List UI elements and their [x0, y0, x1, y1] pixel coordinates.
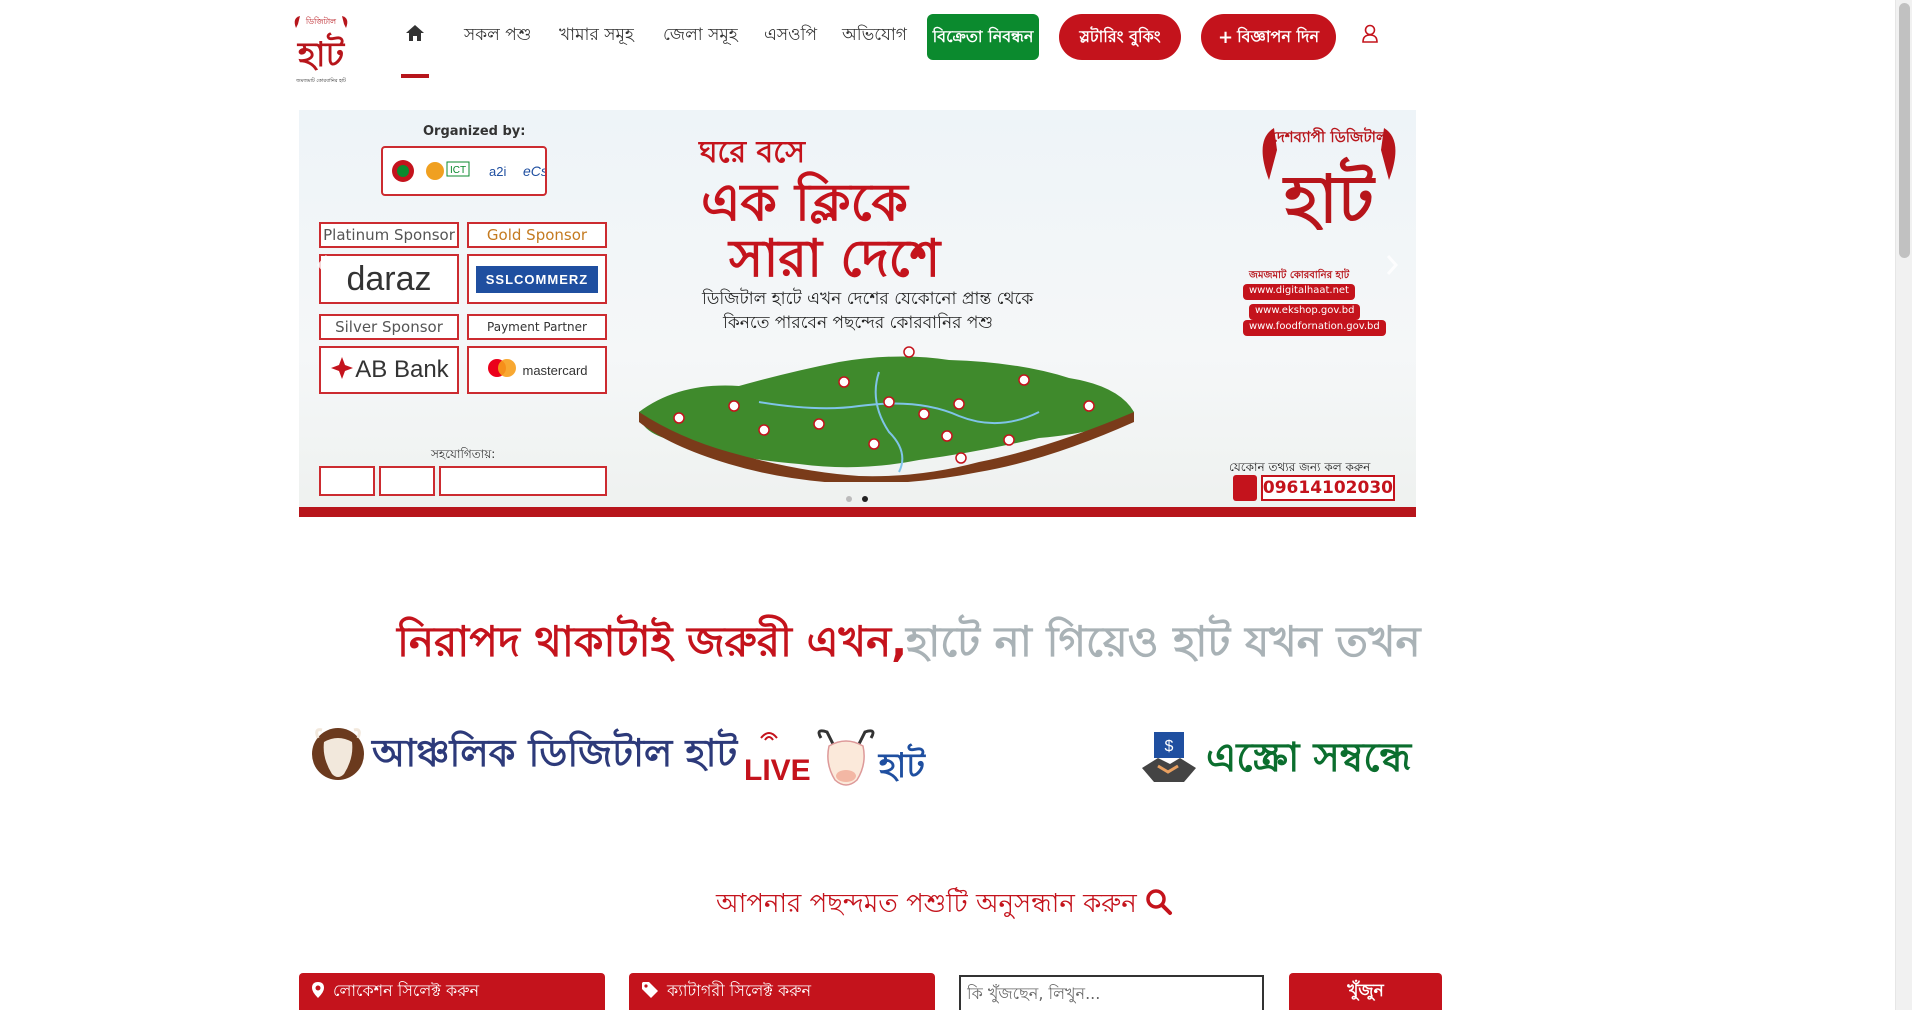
ab-bank-text: AB Bank: [355, 356, 449, 383]
live-haat-label: হাট: [878, 746, 925, 786]
url-foodfornation: www.foodfornation.gov.bd: [1243, 320, 1386, 336]
banner-bottom-strip: [299, 507, 1416, 517]
search-section-title: আপনার পছন্দমত পশুটি অনুসন্ধান করুন: [716, 883, 1173, 927]
ab-bank-icon: [329, 355, 355, 385]
url-digitalhaat: www.digitalhaat.net: [1243, 284, 1355, 300]
plus-icon: +: [1217, 26, 1234, 48]
nav-all-animals[interactable]: সকল পশু: [464, 22, 531, 50]
bangladesh-map-illustration: [619, 342, 1139, 484]
nav-sop[interactable]: এসওপি: [764, 22, 817, 50]
cow-icon: [813, 728, 879, 796]
mastercard-logo: mastercard: [467, 346, 607, 394]
seller-registration-label: বিক্রেতা নিবন্ধন: [932, 26, 1034, 46]
cow-head-icon: [310, 724, 366, 788]
search-button[interactable]: খুঁজুন: [1289, 973, 1442, 1010]
slaughter-booking-label: স্লটারিং বুকিং: [1079, 26, 1161, 46]
svg-text:eCs: eCs: [523, 163, 545, 179]
ab-bank-logo: AB Bank: [319, 346, 459, 394]
mastercard-icon: [486, 358, 518, 382]
hotline-box: 09614102030: [1233, 475, 1395, 501]
carousel-dots: [846, 496, 868, 502]
svg-text:a2i: a2i: [489, 164, 506, 179]
tag-icon: [641, 981, 659, 1003]
helper-logo-1: [319, 466, 375, 496]
seller-registration-button[interactable]: বিক্রেতা নিবন্ধন: [927, 14, 1039, 60]
escrow-about-link[interactable]: $ এস্ক্রো সম্বন্ধে: [1138, 726, 1411, 793]
nav-farms[interactable]: খামার সমূহ: [559, 22, 634, 50]
tagline-part-1: নিরাপদ থাকাটাই জরুরী এখন,: [397, 617, 908, 666]
platinum-sponsor-label: Platinum Sponsor: [319, 222, 459, 248]
right-logo-main: হাট: [1282, 156, 1376, 230]
active-nav-underline: [401, 74, 429, 78]
sslcommerz-logo: SSLCOMMERZ: [467, 254, 607, 304]
right-logo-top: দেশব্যাপী ডিজিটাল: [1271, 127, 1388, 146]
location-pin-icon: [311, 981, 325, 1003]
post-ad-button[interactable]: + বিজ্ঞাপন দিন: [1201, 14, 1336, 60]
helpers-label: সহযোগিতায়:: [431, 447, 496, 461]
payment-partner-label: Payment Partner: [467, 314, 607, 340]
url-ekshop: www.ekshop.gov.bd: [1249, 304, 1361, 320]
page-scrollbar[interactable]: [1895, 0, 1912, 1010]
search-icon: [1145, 888, 1173, 923]
organized-by-label: Organized by:: [423, 124, 526, 139]
hotline-number: 09614102030: [1260, 475, 1395, 501]
gold-sponsor-label: Gold Sponsor: [467, 222, 607, 248]
right-logo-tagline: জমজমাট কোরবানির হাট: [1249, 270, 1350, 281]
phone-icon: [1233, 475, 1257, 501]
nav-home[interactable]: [401, 20, 429, 78]
nav-districts[interactable]: জেলা সমূহ: [663, 22, 738, 50]
daraz-text: daraz: [346, 259, 432, 298]
silver-sponsor-label: Silver Sponsor: [319, 314, 459, 340]
regional-digital-haat-link[interactable]: আঞ্চলিক ডিজিটাল হাট: [310, 724, 737, 788]
banner-subline-2: কিনতে পারবেন পছন্দের কোরবানির পশু: [723, 313, 994, 333]
post-ad-label: বিজ্ঞাপন দিন: [1237, 26, 1320, 46]
logo-top-text: ডিজিটাল: [305, 16, 337, 26]
category-select-label: ক্যাটাগরী সিলেক্ট করুন: [667, 981, 812, 1000]
daraz-logo: daraz: [319, 254, 459, 304]
carousel-prev-arrow[interactable]: [313, 250, 333, 280]
carousel-dot[interactable]: [846, 496, 852, 502]
hero-banner-carousel[interactable]: Organized by: ICT a2i eCs Platinum Spons…: [299, 110, 1416, 517]
escrow-label: এস্ক্রো সম্বন্ধে: [1206, 735, 1412, 781]
user-icon[interactable]: [1361, 24, 1379, 44]
live-haat-link[interactable]: LIVE হাট: [744, 726, 925, 797]
sslcommerz-text: SSLCOMMERZ: [475, 265, 599, 293]
search-input[interactable]: [959, 975, 1264, 1010]
helper-logo-2: [379, 466, 435, 496]
logo-main-text: হাট: [297, 32, 346, 75]
organizers-logos: ICT a2i eCs: [381, 146, 548, 196]
carousel-next-arrow[interactable]: [1382, 250, 1402, 280]
tagline-part-2: হাটে না গিয়েও হাট যখন তখন: [906, 617, 1421, 666]
helper-logo-3: [439, 466, 607, 496]
site-logo[interactable]: ডিজিটাল হাট জমজমাট কোরবানির হাট: [290, 14, 352, 86]
category-select[interactable]: ক্যাটাগরী সিলেক্ট করুন: [629, 973, 935, 1010]
regional-digital-haat-label: আঞ্চলিক ডিজিটাল হাট: [372, 731, 738, 775]
search-title-text: আপনার পছন্দমত পশুটি অনুসন্ধান করুন: [716, 889, 1137, 919]
location-select-label: লোকেশন সিলেক্ট করুন: [333, 981, 480, 1000]
logo-bottom-text: জমজমাট কোরবানির হাট: [295, 77, 346, 84]
location-select[interactable]: লোকেশন সিলেক্ট করুন: [299, 973, 605, 1010]
slaughter-booking-button[interactable]: স্লটারিং বুকিং: [1059, 14, 1181, 60]
svg-text:ICT: ICT: [450, 165, 466, 176]
svg-text:$: $: [1165, 738, 1174, 755]
live-label: LIVE: [744, 753, 811, 787]
banner-right-logo: দেশব্যাপী ডিজিটাল হাট: [1249, 120, 1409, 238]
live-signal-icon: [758, 726, 780, 746]
search-button-label: খুঁজুন: [1347, 980, 1384, 1001]
handshake-money-icon: $: [1138, 728, 1200, 792]
nav-complaint[interactable]: অভিযোগ: [842, 22, 907, 50]
carousel-dot-active[interactable]: [862, 496, 868, 502]
mastercard-text: mastercard: [522, 362, 588, 378]
scrollbar-thumb[interactable]: [1899, 3, 1910, 258]
